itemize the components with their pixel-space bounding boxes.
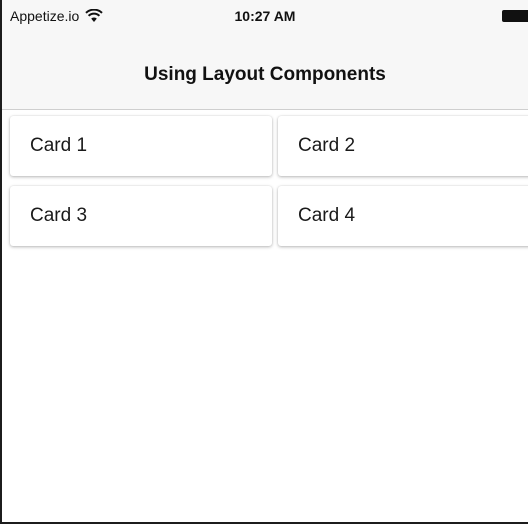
page-title: Using Layout Components <box>144 64 386 85</box>
card-label: Card 2 <box>298 135 356 156</box>
content-area: Card 1 Card 2 Card 3 Card 4 <box>2 110 528 522</box>
card-1[interactable]: Card 1 <box>10 116 272 176</box>
card-4[interactable]: Card 4 <box>278 186 528 246</box>
card-3[interactable]: Card 3 <box>10 186 272 246</box>
card-grid: Card 1 Card 2 Card 3 Card 4 <box>10 116 528 246</box>
card-label: Card 1 <box>30 135 88 156</box>
navigation-bar: Using Layout Components <box>2 34 528 110</box>
card-label: Card 3 <box>30 205 88 226</box>
status-bar: Appetize.io 10:27 AM <box>2 0 528 34</box>
battery-icon <box>502 10 528 22</box>
card-2[interactable]: Card 2 <box>278 116 528 176</box>
card-label: Card 4 <box>298 205 356 226</box>
phone-screen: Appetize.io 10:27 AM Using Layout Compon… <box>0 0 528 524</box>
status-time: 10:27 AM <box>234 8 296 24</box>
